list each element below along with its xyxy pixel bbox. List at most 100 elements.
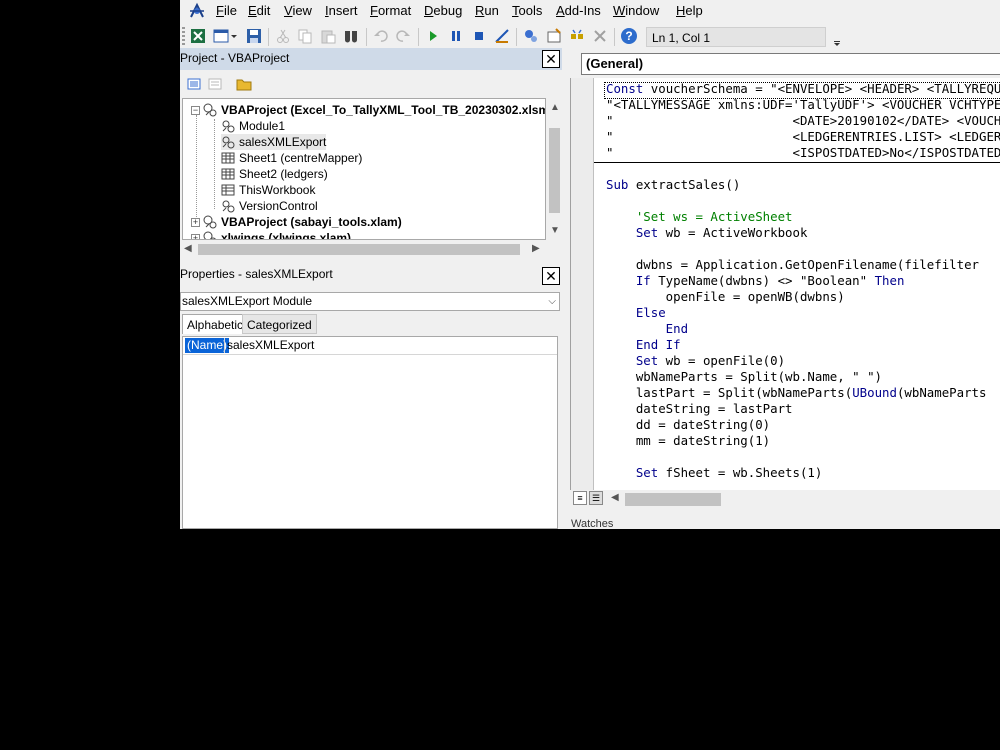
scroll-right-icon[interactable]: ▶	[532, 243, 540, 254]
code-line[interactable]: wbNameParts = Split(wb.Name, " ")	[606, 369, 882, 385]
project-explorer-toolbar	[180, 72, 562, 98]
vba-editor-app-icon[interactable]	[188, 2, 206, 20]
code-line[interactable]: " <LEDGERENTRIES.LIST> <LEDGERNAME	[606, 129, 1000, 145]
menu-view[interactable]: View	[282, 3, 314, 18]
project-tree-hscrollbar[interactable]: ◀ ▶	[180, 241, 546, 257]
properties-window-icon[interactable]	[545, 27, 563, 45]
menu-tools[interactable]: Tools	[510, 3, 544, 18]
project-explorer-icon[interactable]	[522, 27, 540, 45]
menu-bar: File Edit View Insert Format Debug Run T…	[180, 0, 1000, 22]
project-close-icon[interactable]: ✕	[542, 50, 560, 68]
code-line[interactable]: End	[606, 321, 688, 337]
help-icon[interactable]: ?	[620, 27, 638, 45]
redo-icon[interactable]	[394, 27, 412, 45]
break-icon[interactable]	[447, 27, 465, 45]
code-line[interactable]: mm = dateString(1)	[606, 433, 770, 449]
tree-node-sabayi-tools[interactable]: VBAProject (sabayi_tools.xlam)	[203, 214, 402, 230]
code-line[interactable]: dateString = lastPart	[606, 401, 793, 417]
run-icon[interactable]	[424, 27, 442, 45]
tree-node-label: VBAProject (sabayi_tools.xlam)	[221, 215, 402, 229]
code-line[interactable]: Sub extractSales()	[606, 177, 740, 193]
collapse-toggle[interactable]: −	[191, 106, 200, 115]
tree-node-salesxmlexport[interactable]: salesXMLExport	[221, 134, 327, 150]
procedure-view-icon[interactable]: ≡	[573, 491, 587, 505]
code-line[interactable]: Set wb = openFile(0)	[606, 353, 785, 369]
cut-icon[interactable]	[274, 27, 292, 45]
code-line[interactable]: dwbns = Application.GetOpenFilename(file…	[606, 257, 979, 273]
code-line[interactable]: If TypeName(dwbns) <> "Boolean" Then	[606, 273, 905, 289]
code-line[interactable]: dd = dateString(0)	[606, 417, 770, 433]
menu-debug[interactable]: Debug	[422, 3, 464, 18]
design-mode-icon[interactable]	[493, 27, 511, 45]
code-line[interactable]: " <DATE>20190102</DATE> <VOUCHERTYPE	[606, 113, 1000, 129]
code-line[interactable]: End If	[606, 337, 681, 353]
scroll-thumb[interactable]	[625, 493, 721, 506]
scroll-thumb[interactable]	[198, 244, 520, 255]
tree-node-vbaproject-main[interactable]: VBAProject (Excel_To_TallyXML_Tool_TB_20…	[203, 102, 545, 118]
code-line[interactable]: lastPart = Split(wbNameParts(UBound(wbNa…	[606, 385, 987, 401]
tree-node-sheet1[interactable]: Sheet1 (centreMapper)	[221, 150, 362, 166]
tree-node-versioncontrol[interactable]: VersionControl	[221, 198, 318, 214]
expand-toggle[interactable]: +	[191, 234, 200, 239]
menu-help[interactable]: Help	[674, 3, 705, 18]
tree-node-sheet2[interactable]: Sheet2 (ledgers)	[221, 166, 328, 182]
view-code-icon[interactable]	[185, 75, 203, 93]
menu-window[interactable]: Window	[611, 3, 661, 18]
scroll-thumb[interactable]	[549, 128, 560, 213]
object-dropdown[interactable]: (General)	[581, 53, 1000, 75]
property-name: (Name)	[185, 338, 230, 353]
view-object-icon[interactable]	[206, 75, 224, 93]
toolbar-options-icon[interactable]	[833, 28, 841, 48]
scroll-up-icon[interactable]: ▲	[550, 102, 560, 113]
tree-node-xlwings[interactable]: xlwings (xlwings.xlam)	[203, 230, 352, 240]
scroll-left-icon[interactable]: ◀	[184, 243, 192, 254]
code-line[interactable]: " <ISPOSTDATED>No</ISPOSTDATED>	[606, 145, 1000, 161]
code-margin[interactable]	[571, 78, 594, 490]
toggle-folders-icon[interactable]	[235, 75, 253, 93]
tree-node-thisworkbook[interactable]: ThisWorkbook	[221, 182, 315, 198]
scroll-down-icon[interactable]: ▼	[550, 225, 560, 236]
svg-text:?: ?	[625, 29, 632, 43]
sheet-icon	[221, 167, 235, 181]
find-icon[interactable]	[342, 27, 360, 45]
object-select[interactable]: salesXMLExport Module ⌵	[180, 292, 560, 311]
tab-categorized[interactable]: Categorized	[242, 314, 317, 334]
scroll-left-icon[interactable]: ◀	[611, 492, 619, 503]
tree-node-label: Sheet1 (centreMapper)	[239, 151, 363, 165]
chevron-down-icon[interactable]: ⌵	[548, 293, 556, 310]
tab-alphabetic[interactable]: Alphabetic	[182, 314, 249, 334]
toolbox-icon[interactable]	[591, 27, 609, 45]
toolbar-grip[interactable]	[182, 27, 185, 47]
property-row[interactable]: (Name) salesXMLExport	[183, 337, 557, 355]
reset-icon[interactable]	[470, 27, 488, 45]
code-line[interactable]: openFile = openWB(dwbns)	[606, 289, 845, 305]
view-excel-icon[interactable]	[189, 27, 207, 45]
code-line[interactable]: "<TALLYMESSAGE xmlns:UDF='TallyUDF'> <VO…	[606, 97, 1000, 113]
save-icon[interactable]	[245, 27, 263, 45]
menu-run[interactable]: Run	[473, 3, 501, 18]
menu-file[interactable]: File	[214, 3, 239, 18]
menu-insert[interactable]: Insert	[323, 3, 360, 18]
code-line[interactable]: Const voucherSchema = "<ENVELOPE> <HEADE…	[606, 81, 1000, 97]
code-editor[interactable]: Const voucherSchema = "<ENVELOPE> <HEADE…	[570, 78, 1000, 490]
menu-format[interactable]: Format	[368, 3, 413, 18]
menu-add-ins[interactable]: Add-Ins	[554, 3, 603, 18]
expand-toggle[interactable]: +	[191, 218, 200, 227]
menu-edit[interactable]: Edit	[246, 3, 272, 18]
code-line[interactable]: Set fSheet = wb.Sheets(1)	[606, 465, 823, 481]
insert-userform-icon[interactable]	[212, 27, 238, 45]
property-value[interactable]: salesXMLExport	[224, 338, 314, 353]
tree-node-module1[interactable]: Module1	[221, 118, 285, 134]
object-browser-icon[interactable]	[568, 27, 586, 45]
undo-icon[interactable]	[372, 27, 390, 45]
copy-icon[interactable]	[296, 27, 314, 45]
full-module-view-icon[interactable]: ☰	[589, 491, 603, 505]
code-line[interactable]: Else	[606, 305, 666, 321]
tree-node-label: xlwings (xlwings.xlam)	[221, 231, 352, 240]
code-line[interactable]: 'Set ws = ActiveSheet	[606, 209, 793, 225]
paste-icon[interactable]	[319, 27, 337, 45]
pane-splitter[interactable]	[563, 48, 570, 529]
properties-close-icon[interactable]: ✕	[542, 267, 560, 285]
code-line[interactable]: Set wb = ActiveWorkbook	[606, 225, 808, 241]
project-tree-vscrollbar[interactable]: ▲ ▼	[546, 98, 562, 240]
